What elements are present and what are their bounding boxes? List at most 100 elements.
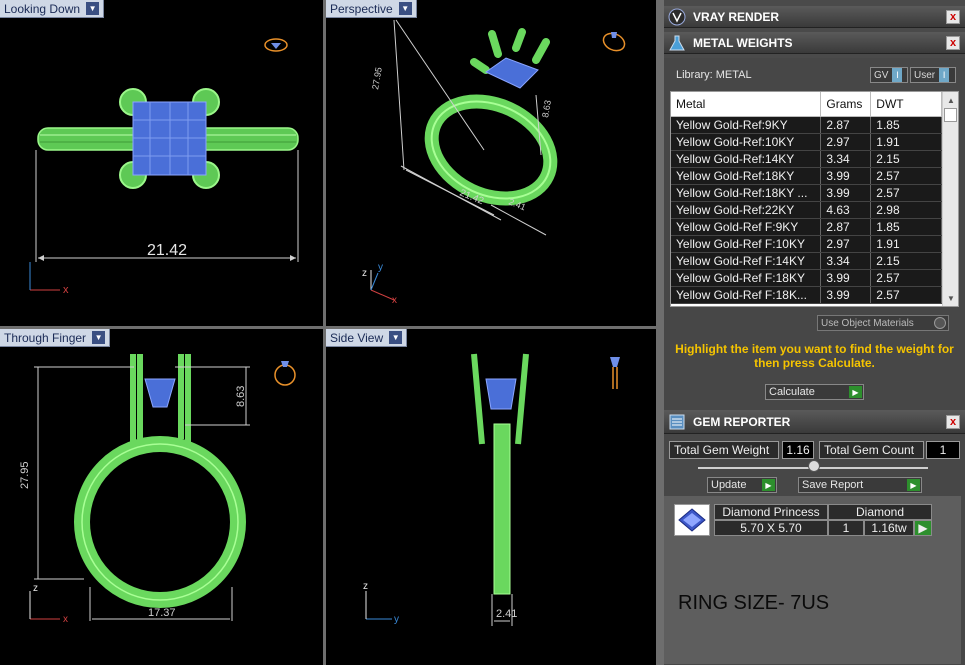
play-arrow-icon: ▶ <box>907 479 920 491</box>
gem-reporter-body: Total Gem Weight 1.16 Total Gem Count 1 … <box>664 434 965 665</box>
rollout-title: VRAY RENDER <box>693 9 780 24</box>
axis-y-label: y <box>394 614 399 625</box>
metal-weights-body: Library: METAL GV I User I Metal Grams DWT… <box>664 58 965 410</box>
perspective-drawing: 27.95 8.63 21.42 2.41 z y x <box>362 19 626 306</box>
rollout-title: METAL WEIGHTS <box>693 35 793 50</box>
dwt-cell: 2.57 <box>870 286 942 304</box>
through-finger-drawing: 27.95 8.63 17.37 z x <box>19 354 296 625</box>
tool-panel: VRAY RENDER x METAL WEIGHTS x Library: M… <box>664 0 965 665</box>
calculate-hint: Highlight the item you want to find the … <box>675 342 954 370</box>
axis-z-label: z <box>362 268 367 279</box>
table-row[interactable]: Yellow Gold-Ref F:18K... 3.99 2.57 <box>671 286 942 304</box>
chevron-down-icon[interactable]: ▼ <box>389 331 403 344</box>
dim-8-63: 8.63 <box>540 99 553 118</box>
dwt-cell: 2.57 <box>870 167 942 185</box>
play-arrow-icon: ▶ <box>762 479 775 491</box>
close-icon[interactable]: x <box>946 414 960 429</box>
toggle-user[interactable]: User I <box>910 67 956 83</box>
metal-name-cell: Yellow Gold-Ref F:18KY <box>671 269 822 287</box>
chevron-down-icon[interactable]: ▼ <box>92 331 106 344</box>
dim-27-95: 27.95 <box>370 66 384 90</box>
gem-type: Diamond <box>828 504 932 520</box>
play-arrow-icon: ▶ <box>849 386 862 398</box>
table-row[interactable]: Yellow Gold-Ref:9KY 2.87 1.85 <box>671 116 942 134</box>
chevron-down-icon[interactable]: ▼ <box>86 2 100 15</box>
table-row[interactable]: Yellow Gold-Ref F:18KY 3.99 2.57 <box>671 269 942 287</box>
table-row[interactable]: Yellow Gold-Ref:10KY 2.97 1.91 <box>671 133 942 151</box>
table-row[interactable]: Yellow Gold-Ref:18KY 3.99 2.57 <box>671 167 942 185</box>
toggle-gv[interactable]: GV I <box>870 67 908 83</box>
total-gem-count-value: 1 <box>926 441 960 459</box>
ring-size-text: RING SIZE- 7US <box>678 592 830 614</box>
metal-name-cell: Yellow Gold-Ref:9KY <box>671 116 822 134</box>
orientation-ring-icon <box>602 32 626 52</box>
viewport-label-looking-down[interactable]: Looking Down ▼ <box>0 0 105 18</box>
scroll-thumb[interactable] <box>944 108 957 122</box>
close-icon[interactable]: x <box>946 9 960 24</box>
metal-name-cell: Yellow Gold-Ref F:10KY <box>671 235 822 253</box>
orientation-ring-icon <box>610 357 620 389</box>
dwt-cell: 2.57 <box>870 184 942 202</box>
total-gem-count-label: Total Gem Count <box>819 441 924 459</box>
viewport-side-view[interactable]: 2.41 z y Side View ▼ <box>326 329 656 665</box>
dimension-21-42: 21.42 <box>147 242 187 259</box>
dwt-cell: 2.98 <box>870 201 942 219</box>
calculate-button[interactable]: Calculate ▶ <box>765 384 864 400</box>
dwt-cell: 2.15 <box>870 252 942 270</box>
jewelry-cad-window: 21.42 x Looking Down ▼ 27.95 8.63 21.42 2… <box>0 0 965 665</box>
axis-x-label: x <box>392 295 397 306</box>
close-icon[interactable]: x <box>946 35 960 50</box>
table-row[interactable]: Yellow Gold-Ref:14KY 3.34 2.15 <box>671 150 942 168</box>
table-row[interactable]: Yellow Gold-Ref:18KY ... 3.99 2.57 <box>671 184 942 202</box>
gem-size: 5.70 X 5.70 <box>714 520 828 536</box>
table-scrollbar[interactable]: ▲ ▼ <box>942 92 958 306</box>
dwt-cell: 2.15 <box>870 150 942 168</box>
axis-x-label: x <box>63 284 69 296</box>
table-row[interactable]: Yellow Gold-Ref F:10KY 2.97 1.91 <box>671 235 942 253</box>
metal-table[interactable]: Metal Grams DWT Yellow Gold-Ref:9KY 2.87 1… <box>670 91 959 307</box>
gem-list: Diamond Princess Diamond 5.70 X 5.70 1 1… <box>664 496 961 664</box>
viewport-looking-down[interactable]: 21.42 x Looking Down ▼ <box>0 0 323 326</box>
viewport-perspective[interactable]: 27.95 8.63 21.42 2.41 z y x Perspective ▼ <box>326 0 656 326</box>
save-report-button[interactable]: Save Report ▶ <box>798 477 922 493</box>
vray-logo-icon <box>667 7 687 27</box>
use-object-materials-checkbox[interactable]: Use Object Materials <box>817 315 949 331</box>
update-button[interactable]: Update ▶ <box>707 477 777 493</box>
diamond-gem-icon[interactable] <box>674 504 710 536</box>
column-header-metal[interactable]: Metal <box>671 92 822 117</box>
viewport-through-finger[interactable]: 27.95 8.63 17.37 z x Through Finger ▼ <box>0 329 323 665</box>
orientation-ring-icon <box>264 38 288 52</box>
rollout-gem-reporter[interactable]: GEM REPORTER x <box>664 410 965 434</box>
gem-slider-handle[interactable] <box>808 460 820 472</box>
scroll-down-icon[interactable]: ▼ <box>943 290 958 306</box>
rollout-metal-weights[interactable]: METAL WEIGHTS x <box>664 32 965 54</box>
library-label: Library: METAL <box>676 69 752 81</box>
metal-name-cell: Yellow Gold-Ref:14KY <box>671 150 822 168</box>
table-row[interactable]: Yellow Gold-Ref F:14KY 3.34 2.15 <box>671 252 942 270</box>
dwt-cell: 1.85 <box>870 116 942 134</box>
viewport-label-perspective[interactable]: Perspective ▼ <box>326 0 417 18</box>
table-row[interactable]: Yellow Gold-Ref F:9KY 2.87 1.85 <box>671 218 942 236</box>
scroll-up-icon[interactable]: ▲ <box>943 92 958 108</box>
gem-quantity: 1 <box>828 520 864 536</box>
grams-cell: 3.99 <box>820 184 872 202</box>
total-gem-weight-label: Total Gem Weight <box>669 441 779 459</box>
table-row[interactable]: Yellow Gold-Ref:22KY 4.63 2.98 <box>671 201 942 219</box>
metal-name-cell: Yellow Gold-Ref:18KY <box>671 167 822 185</box>
column-header-grams[interactable]: Grams <box>820 92 872 117</box>
column-header-dwt[interactable]: DWT <box>870 92 942 117</box>
dwt-cell: 1.85 <box>870 218 942 236</box>
looking-down-drawing: 21.42 x <box>29 38 299 296</box>
side-view-drawing: 2.41 z y <box>363 353 620 626</box>
metal-name-cell: Yellow Gold-Ref F:18K... <box>671 286 822 304</box>
flask-icon <box>667 33 687 53</box>
gem-go-button[interactable]: ▶ <box>914 520 932 536</box>
grams-cell: 3.99 <box>820 269 872 287</box>
chevron-down-icon[interactable]: ▼ <box>398 2 412 15</box>
viewport-label-side-view[interactable]: Side View ▼ <box>326 329 408 347</box>
dwt-cell: 1.91 <box>870 133 942 151</box>
grams-cell: 3.99 <box>820 286 872 304</box>
metal-name-cell: Yellow Gold-Ref F:9KY <box>671 218 822 236</box>
rollout-vray-render[interactable]: VRAY RENDER x <box>664 6 965 28</box>
viewport-label-through-finger[interactable]: Through Finger ▼ <box>0 329 111 347</box>
